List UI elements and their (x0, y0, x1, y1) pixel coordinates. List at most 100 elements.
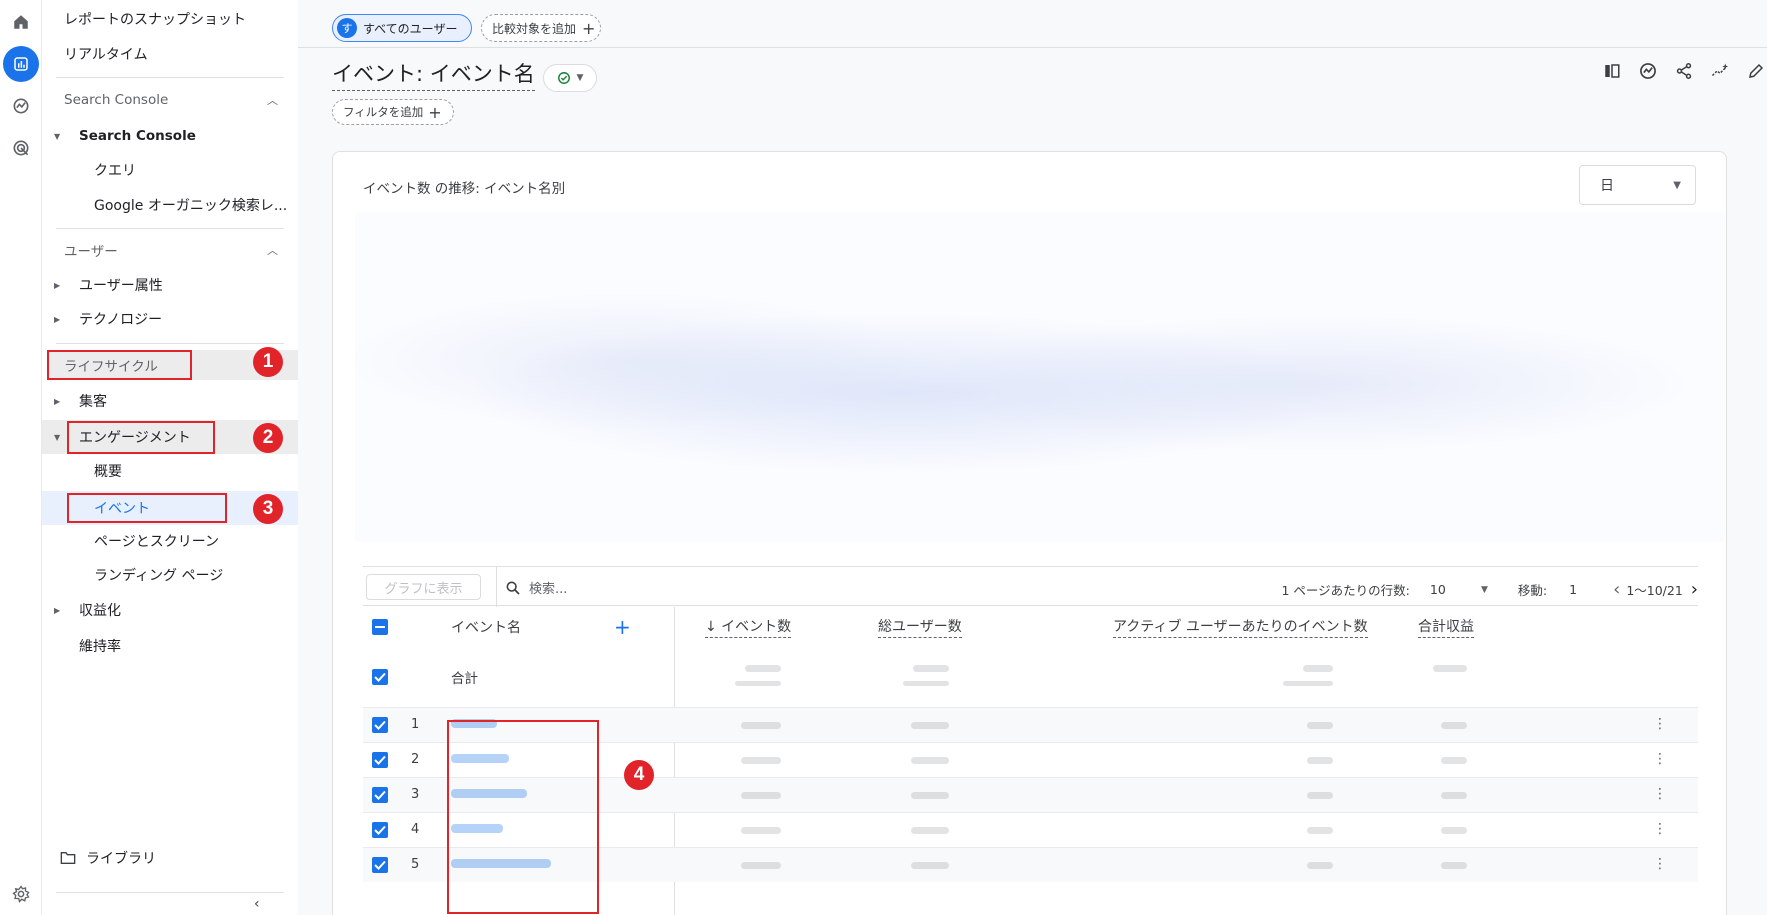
report-toolbar (1601, 60, 1767, 82)
rows-per-page-select[interactable]: 10 ▼ (1430, 582, 1500, 597)
avatar: す (337, 18, 357, 38)
caret-right-icon: ▶ (54, 396, 61, 406)
table-search[interactable]: 検索... (505, 578, 567, 597)
column-event-name[interactable]: イベント名 (451, 607, 521, 647)
advertising-icon[interactable] (3, 130, 39, 166)
home-icon[interactable] (3, 4, 39, 40)
table-row[interactable]: 4 ⋮ (363, 812, 1698, 847)
divider (56, 343, 284, 344)
section-search-console[interactable]: Search Console ︿ (64, 88, 298, 112)
column-total-users[interactable]: 総ユーザー数 (878, 607, 962, 647)
section-user[interactable]: ユーザー ︿ (64, 238, 298, 262)
row-checkbox[interactable] (372, 857, 388, 873)
report-sidebar: レポートのスナップショット リアルタイム Search Console ︿ ▼ Se… (42, 0, 298, 915)
reports-icon[interactable] (3, 46, 39, 82)
sidebar-group-technology[interactable]: ▶ テクノロジー (42, 306, 298, 332)
explore-icon[interactable] (3, 88, 39, 124)
divider (56, 228, 284, 229)
column-total-revenue[interactable]: 合計収益 (1418, 607, 1474, 647)
plus-icon: + (582, 18, 596, 38)
row-checkbox[interactable] (372, 752, 388, 768)
sidebar-item-overview[interactable]: 概要 (42, 458, 298, 484)
row-menu-icon[interactable]: ⋮ (1653, 751, 1667, 767)
title-status-dropdown[interactable]: ▼ (543, 64, 597, 92)
caret-down-icon: ▼ (54, 432, 61, 442)
total-label: 合計 (451, 671, 478, 687)
pagination: 1 ページあたりの行数: 10 ▼ 移動: 1 ‹ 1〜10/21 › (1281, 579, 1699, 600)
sidebar-item-queries[interactable]: クエリ (42, 157, 298, 183)
main-content: す すべてのユーザー 比較対象を追加 + イベント: イベント名 ▼ フィルタを追… (298, 0, 1767, 915)
folder-icon (60, 852, 76, 864)
event-name-link[interactable] (451, 859, 551, 868)
divider (56, 892, 284, 893)
share-icon[interactable] (1673, 60, 1695, 82)
caret-down-icon: ▼ (1480, 584, 1488, 595)
sidebar-item-organic-search[interactable]: Google オーガニック検索レ... (42, 192, 298, 218)
search-input[interactable]: 検索... (529, 578, 567, 597)
granularity-select[interactable]: 日 ▼ (1579, 165, 1696, 205)
sidebar-group-monetization[interactable]: ▶ 収益化 (42, 597, 298, 623)
divider (496, 567, 497, 607)
event-name-link[interactable] (451, 754, 509, 763)
total-checkbox[interactable] (372, 669, 388, 685)
sidebar-group-acquisition[interactable]: ▶ 集客 (42, 388, 298, 414)
report-card: イベント数 の推移: イベント名別 日 ▼ グラフに表示 検索... 1 ページあ… (332, 151, 1727, 915)
divider (56, 77, 284, 78)
edit-pencil-icon[interactable] (1745, 60, 1767, 82)
event-name-link[interactable] (451, 719, 497, 728)
settings-gear-icon[interactable] (3, 876, 39, 912)
plus-icon: + (428, 102, 442, 122)
chart-area-blurred (355, 212, 1725, 542)
table-row[interactable]: 1 ⋮ (363, 707, 1698, 742)
table-row[interactable]: 2 ⋮ (363, 742, 1698, 777)
sidebar-group-demographics[interactable]: ▶ ユーザー属性 (42, 272, 298, 298)
search-icon (506, 581, 520, 595)
annotation-badge-2: 2 (253, 423, 283, 453)
total-row: 合計 (363, 647, 1698, 707)
page-title[interactable]: イベント: イベント名 (332, 58, 535, 91)
sidebar-item-pages-screens[interactable]: ページとスクリーン (42, 528, 298, 554)
sidebar-item-retention[interactable]: 維持率 (42, 633, 298, 659)
select-all-checkbox[interactable] (372, 619, 388, 635)
chart-title: イベント数 の推移: イベント名別 (363, 181, 566, 197)
column-events-per-active-user[interactable]: アクティブ ユーザーあたりのイベント数 (1113, 607, 1368, 647)
event-name-link[interactable] (451, 789, 527, 798)
event-name-link[interactable] (451, 824, 503, 833)
goto-page-input[interactable]: 1 (1569, 582, 1613, 597)
sidebar-library[interactable]: ライブラリ (42, 845, 298, 871)
sidebar-group-search-console[interactable]: ▼ Search Console (42, 123, 298, 149)
caret-down-icon: ▼ (1673, 179, 1681, 191)
chevron-left-icon[interactable]: ‹ (1613, 579, 1620, 600)
chevron-right-icon[interactable]: › (1691, 579, 1698, 600)
table-row[interactable]: 5 ⋮ (363, 847, 1698, 882)
row-menu-icon[interactable]: ⋮ (1653, 856, 1667, 872)
show-in-graph-button[interactable]: グラフに表示 (366, 574, 481, 600)
check-circle-icon (557, 72, 570, 84)
chevron-up-icon: ︿ (267, 244, 278, 257)
row-checkbox[interactable] (372, 717, 388, 733)
row-menu-icon[interactable]: ⋮ (1653, 821, 1667, 837)
sidebar-item-landing-page[interactable]: ランディング ページ (42, 562, 298, 588)
add-comparison-button[interactable]: 比較対象を追加 + (481, 14, 601, 42)
caret-right-icon: ▶ (54, 280, 61, 290)
table-row[interactable]: 3 ⋮ (363, 777, 1698, 812)
all-users-chip[interactable]: す すべてのユーザー (332, 14, 472, 42)
sidebar-item-snapshot[interactable]: レポートのスナップショット (42, 6, 298, 32)
chevron-up-icon: ︿ (267, 94, 278, 107)
row-menu-icon[interactable]: ⋮ (1653, 786, 1667, 802)
sidebar-item-realtime[interactable]: リアルタイム (42, 41, 298, 67)
annotation-badge-1: 1 (253, 347, 283, 377)
row-checkbox[interactable] (372, 787, 388, 803)
caret-right-icon: ▶ (54, 314, 61, 324)
comparison-bar: す すべてのユーザー 比較対象を追加 + (298, 0, 1767, 48)
column-event-count[interactable]: ↓ イベント数 (705, 607, 792, 647)
row-menu-icon[interactable]: ⋮ (1653, 716, 1667, 732)
add-dimension-plus-icon[interactable]: + (614, 607, 631, 647)
trend-sparkle-icon[interactable] (1709, 60, 1731, 82)
insights-icon[interactable] (1637, 60, 1659, 82)
row-checkbox[interactable] (372, 822, 388, 838)
collapse-chevron-icon[interactable]: ‹ (254, 896, 260, 912)
caret-down-icon: ▼ (576, 73, 584, 83)
add-filter-button[interactable]: フィルタを追加 + (332, 99, 454, 125)
compare-columns-icon[interactable] (1601, 60, 1623, 82)
